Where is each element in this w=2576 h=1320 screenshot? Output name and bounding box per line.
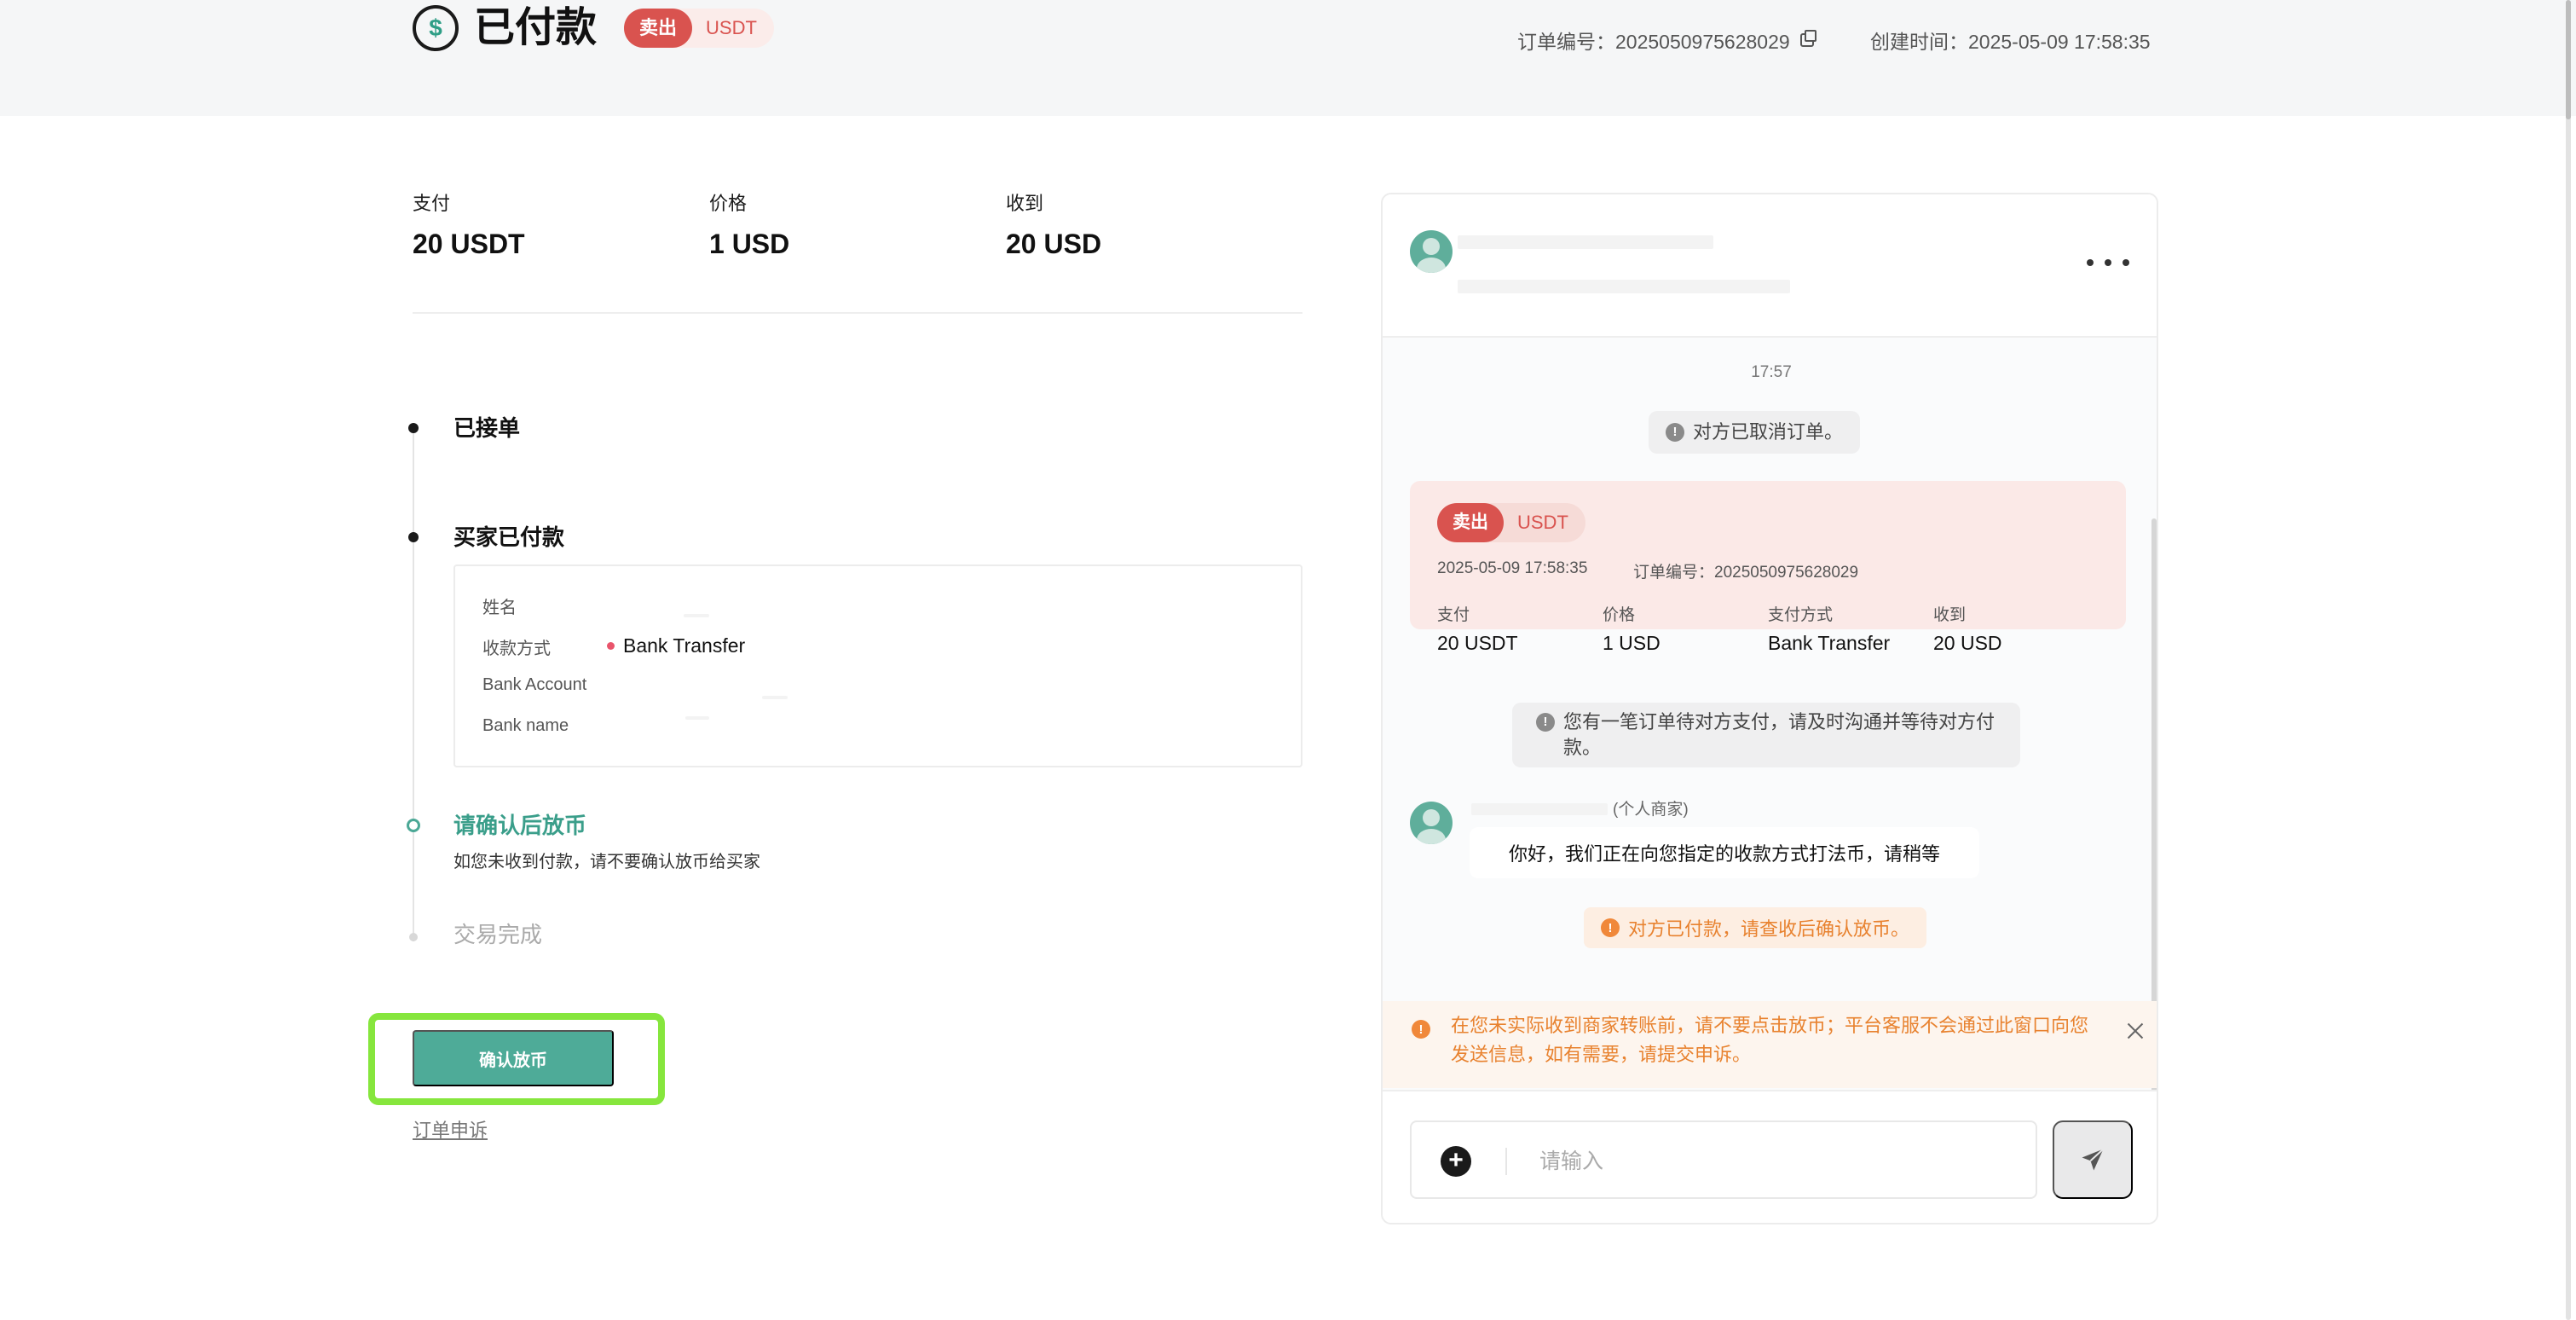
confirm-release-button[interactable]: 确认放币 (413, 1030, 614, 1086)
timeline-step-complete: 交易完成 (453, 922, 543, 947)
dollar-circle-icon: $ (413, 5, 459, 51)
safety-warning-text: 在您未实际收到商家转账前，请不要点击放币；平台客服不会通过此窗口向您发送信息，如… (1451, 1015, 2089, 1065)
payment-info-box: 姓名 收款方式 Bank Transfer Bank Account Bank … (453, 564, 1302, 767)
redacted-counterparty-name (1458, 235, 1713, 249)
order-card-tags: 卖出 USDT (1437, 503, 1585, 542)
order-appeal-link[interactable]: 订单申诉 (413, 1115, 488, 1143)
timeline-dot-current (407, 819, 420, 832)
summary-price: 价格 1 USD (709, 191, 789, 261)
summary-label: 支付 (413, 193, 451, 214)
bank-account-label: Bank Account (482, 675, 587, 694)
order-card-label: 支付方式 (1768, 606, 1834, 624)
bank-name-label: Bank name (482, 716, 569, 735)
timeline-step-buyer-paid: 买家已付款 (453, 524, 565, 550)
order-card: 卖出 USDT 2025-05-09 17:58:35 订单编号：2025050… (1410, 481, 2126, 654)
page-scrollbar-thumb[interactable] (2566, 0, 2571, 119)
coin-tag: USDT (706, 17, 757, 38)
order-status-title: 已付款 (474, 5, 598, 50)
timeline-dot (408, 532, 419, 542)
plus-icon[interactable]: + (1441, 1146, 1471, 1177)
redacted-value (762, 696, 788, 699)
avatar (1410, 230, 1453, 273)
sell-tag: 卖出 (624, 9, 693, 48)
payment-method-value: Bank Transfer (623, 634, 746, 657)
order-card-method: 支付方式 Bank Transfer (1768, 602, 1890, 655)
order-card-value: 20 USD (1933, 632, 2002, 654)
message-timestamp: 17:57 (1751, 363, 1792, 381)
redacted-value (685, 716, 709, 720)
summary-label: 价格 (709, 193, 748, 214)
cancelled-notice: ! 对方已取消订单。 (1649, 411, 1861, 454)
sell-tag: 卖出 (1437, 503, 1504, 542)
warning-icon: ! (1412, 1020, 1430, 1039)
summary-receive: 收到 20 USD (1006, 191, 1101, 261)
avatar (1410, 802, 1453, 844)
timeline-dot-pending (409, 933, 418, 941)
cancelled-notice-text: 对方已取消订单。 (1693, 421, 1844, 443)
order-card-receive: 收到 20 USD (1933, 602, 2002, 655)
redacted-merchant-name (1471, 803, 1608, 815)
chat-input-wrap: + (1410, 1120, 2037, 1199)
input-separator (1505, 1148, 1507, 1175)
pending-payment-notice: ! 您有一笔订单待对方支付，请及时沟通并等待对方付款。 (1512, 703, 2020, 767)
more-options-icon[interactable] (2087, 256, 2129, 269)
page-scrollbar[interactable] (2566, 0, 2571, 1320)
order-card-value: 20 USDT (1437, 632, 1518, 654)
summary-value: 20 USDT (413, 229, 525, 259)
timeline-line (413, 430, 414, 941)
payment-name-label: 姓名 (482, 599, 517, 617)
chat-panel: 17:57 ! 对方已取消订单。 卖出 USDT 2025-05-09 17:5… (1381, 193, 2158, 1224)
summary-label: 收到 (1006, 193, 1044, 214)
pending-payment-notice-text: 您有一笔订单待对方支付，请及时沟通并等待对方付款。 (1563, 711, 1996, 758)
paid-notice: ! 对方已付款，请查收后确认放币。 (1584, 907, 1927, 948)
merchant-type-tag: (个人商家) (1613, 801, 1689, 819)
timeline-step-confirm-release: 请确认后放币 (453, 813, 587, 838)
redacted-value (684, 614, 709, 617)
paid-notice-text: 对方已付款，请查收后确认放币。 (1628, 918, 1910, 940)
timeline-dot (408, 423, 419, 433)
order-card-pay: 支付 20 USDT (1437, 602, 1518, 655)
summary-divider (413, 312, 1302, 314)
safety-warning-bar: ! 在您未实际收到商家转账前，请不要点击放币；平台客服不会通过此窗口向您发送信息… (1383, 1001, 2157, 1088)
order-card-date: 2025-05-09 17:58:35 (1437, 559, 1588, 577)
close-icon[interactable] (2124, 1020, 2146, 1042)
order-number: 订单编号：2025050975628029 (1517, 26, 1816, 55)
coin-tag: USDT (1517, 512, 1568, 533)
chat-header (1383, 194, 2157, 338)
summary-pay: 支付 20 USDT (413, 191, 525, 261)
send-button[interactable] (2053, 1120, 2133, 1199)
chat-composer: + (1383, 1090, 2157, 1223)
created-time: 创建时间：2025-05-09 17:58:35 (1870, 31, 2151, 53)
order-card-value: 1 USD (1603, 632, 1661, 654)
summary-value: 1 USD (709, 229, 790, 259)
payment-method-dot (607, 642, 615, 650)
warning-icon: ! (1601, 918, 1620, 937)
order-card-order-no: 订单编号：2025050975628029 (1633, 564, 1859, 582)
info-icon: ! (1536, 713, 1555, 732)
order-card-price: 价格 1 USD (1603, 602, 1661, 655)
order-number-text: 订单编号：2025050975628029 (1517, 31, 1790, 53)
chat-input[interactable] (1539, 1141, 2017, 1182)
order-header (0, 0, 2576, 116)
info-icon: ! (1666, 423, 1684, 442)
payment-method-label: 收款方式 (482, 640, 551, 658)
summary-value: 20 USD (1006, 229, 1102, 259)
order-card-label: 价格 (1603, 606, 1636, 624)
order-card-label: 收到 (1933, 606, 1967, 624)
copy-icon[interactable] (1799, 30, 1816, 47)
payment-method: Bank Transfer (607, 634, 745, 657)
order-card-value: Bank Transfer (1768, 632, 1891, 654)
send-icon (2082, 1148, 2105, 1171)
order-card-label: 支付 (1437, 606, 1470, 624)
chat-message-bubble: 你好，我们正在向您指定的收款方式打法币，请稍等 (1470, 827, 1979, 878)
redacted-counterparty-info (1458, 280, 1790, 293)
timeline-step-accepted: 已接单 (453, 415, 521, 441)
timeline-step-hint: 如您未收到付款，请不要确认放币给买家 (453, 853, 760, 871)
order-type-tags: 卖出 USDT (624, 9, 774, 48)
